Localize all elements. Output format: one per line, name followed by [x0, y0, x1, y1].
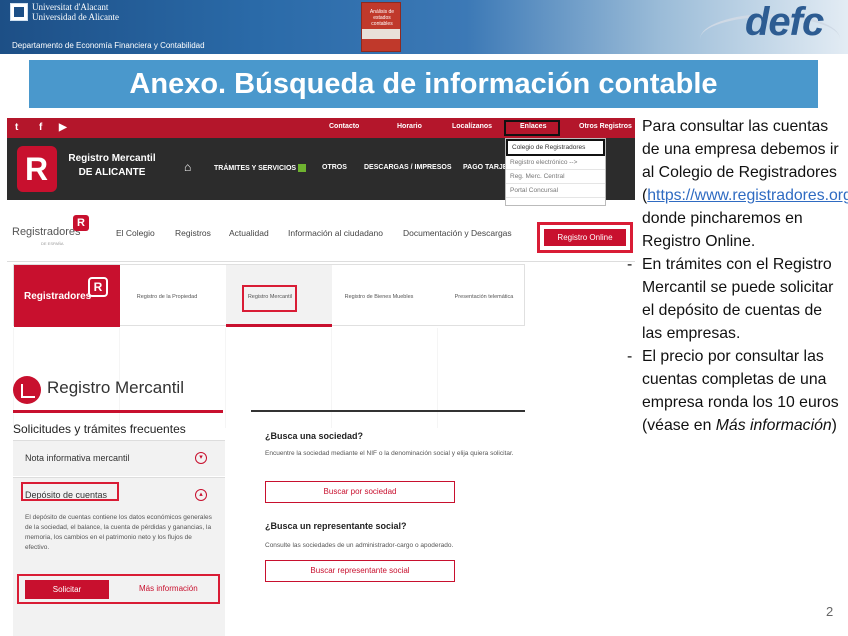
- page-number: 2: [826, 604, 834, 619]
- nav-documentacion[interactable]: Documentación y Descargas: [403, 228, 512, 238]
- university-name-1: Universitat d'Alacant: [32, 2, 109, 12]
- search-panel: ¿Busca una sociedad? Encuentre la socied…: [265, 423, 527, 583]
- tab-presentacion-telematica[interactable]: Presentación telemática: [449, 293, 519, 301]
- item-nota-label: Nota informativa mercantil: [25, 453, 130, 463]
- tab-registro-propiedad[interactable]: Registro de la Propiedad: [132, 293, 202, 301]
- contacto-link[interactable]: Contacto: [329, 123, 359, 130]
- title-bar: Anexo. Búsqueda de información contable: [29, 60, 818, 108]
- dropdown-portal-concursal[interactable]: Portal Concursal: [506, 184, 605, 198]
- tramites-sidebar: Nota informativa mercantil ▾ Depósito de…: [13, 440, 225, 636]
- paragraph-intro: Para consultar las cuentas de una empres…: [642, 115, 848, 253]
- slide-title: Anexo. Búsqueda de información contable: [129, 68, 718, 100]
- mas-informacion-link[interactable]: Más información: [139, 584, 198, 593]
- registradores-r-icon: R: [73, 215, 89, 231]
- buscar-sociedad-button[interactable]: Buscar por sociedad: [265, 481, 455, 503]
- sidebar-bottom: [13, 622, 225, 636]
- book-cover-image: Análisis de estados contables: [361, 2, 401, 52]
- item-nota-informativa[interactable]: Nota informativa mercantil ▾: [13, 440, 225, 476]
- nav-otros[interactable]: OTROS: [322, 164, 347, 171]
- nav-el-colegio[interactable]: El Colegio: [116, 228, 155, 238]
- book-band: [362, 29, 400, 39]
- brand-line-1: Registro Mercantil: [68, 153, 156, 164]
- tab-bienes-muebles[interactable]: Registro de Bienes Muebles: [344, 293, 414, 301]
- q-sociedad-text: Encuentre la sociedad mediante el NIF o …: [265, 450, 514, 457]
- nav-tramites[interactable]: TRÁMITES Y SERVICIOS: [214, 164, 307, 172]
- registradores-red-logo-text: Registradores: [24, 291, 92, 302]
- green-badge-icon: [298, 164, 307, 172]
- dropdown-colegio[interactable]: Colegio de Registradores: [506, 139, 605, 156]
- page-heading: Registro Mercantil: [47, 378, 184, 397]
- enlaces-dropdown: Colegio de Registradores Registro electr…: [505, 138, 606, 206]
- bullet-dash-1: -: [627, 256, 633, 273]
- chevron-down-icon[interactable]: ▾: [195, 452, 207, 464]
- bullet-1: - En trámites con el Registro Mercantil s…: [627, 253, 842, 345]
- deposito-highlight: [21, 482, 119, 501]
- registros-tabs: Registradores R Registro de la Propiedad…: [13, 264, 525, 327]
- registro-mercantil-logo-icon: R: [17, 146, 57, 192]
- registradores-link[interactable]: https://www.registradores.org/: [647, 187, 848, 204]
- registradores-logo[interactable]: Registradores: [12, 226, 80, 238]
- nav-informacion-ciudadano[interactable]: Información al ciudadano: [288, 228, 383, 238]
- registro-online-button[interactable]: Registro Online: [544, 229, 626, 246]
- body-text: Para consultar las cuentas de una empres…: [627, 115, 848, 437]
- defc-logo: defc: [745, 0, 824, 44]
- nav-tramites-label: TRÁMITES Y SERVICIOS: [214, 164, 297, 172]
- dropdown-registro-electronico[interactable]: Registro electrónico -->: [506, 156, 605, 170]
- screenshot-composite: t f ▶ Contacto Horario Localízanos Enlac…: [7, 118, 635, 636]
- right-divider: [251, 410, 525, 412]
- deposito-description: El depósito de cuentas contiene los dato…: [25, 514, 212, 551]
- brand-name: Registro Mercantil DE ALICANTE: [67, 152, 157, 180]
- dropdown-reg-merc-central[interactable]: Reg. Merc. Central: [506, 170, 605, 184]
- heading-underline: [13, 410, 223, 413]
- registradores-logo-sub: DE ESPAÑA: [41, 241, 64, 246]
- solicitar-button[interactable]: Solicitar: [25, 580, 109, 599]
- buscar-representante-button[interactable]: Buscar representante social: [265, 560, 455, 582]
- horario-link[interactable]: Horario: [397, 123, 422, 130]
- nav-registros[interactable]: Registros: [175, 228, 211, 238]
- bullet-2-after: ): [831, 417, 837, 434]
- university-logo-icon: [10, 3, 28, 21]
- localizanos-link[interactable]: Localízanos: [452, 123, 492, 130]
- bullet-1-text: En trámites con el Registro Mercantil se…: [642, 256, 834, 342]
- book-title: Análisis de estados contables: [369, 9, 395, 27]
- q-sociedad: ¿Busca una sociedad?: [265, 431, 364, 441]
- chevron-up-icon[interactable]: ▴: [195, 489, 207, 501]
- registradores-red-logo[interactable]: Registradores R: [14, 265, 120, 327]
- nav-descargas[interactable]: DESCARGAS / IMPRESOS: [364, 164, 452, 171]
- department-name: Departamento de Economía Financiera y Co…: [12, 41, 205, 50]
- otros-registros-link[interactable]: Otros Registros: [579, 123, 632, 130]
- registro-online-highlight: Registro Online: [537, 222, 633, 253]
- slide: Universitat d'Alacant Universidad de Ali…: [0, 0, 848, 636]
- brand-line-2: DE ALICANTE: [78, 167, 146, 178]
- nav-actualidad[interactable]: Actualidad: [229, 228, 269, 238]
- q-representante-text: Consulte las sociedades de un administra…: [265, 542, 454, 549]
- twitter-icon[interactable]: t: [15, 122, 18, 133]
- actions-highlight: Solicitar Más información: [17, 574, 220, 604]
- university-name-2: Universidad de Alicante: [32, 12, 119, 22]
- bullet-2: - El precio por consultar las cuentas com…: [627, 345, 842, 437]
- facebook-icon[interactable]: f: [39, 122, 42, 133]
- q-representante: ¿Busca un representante social?: [265, 521, 407, 531]
- solicitudes-heading: Solicitudes y trámites frecuentes: [13, 422, 186, 436]
- bullet-2-italic: Más información: [715, 417, 832, 434]
- home-icon[interactable]: ⌂: [184, 160, 191, 174]
- header-banner: Universitat d'Alacant Universidad de Ali…: [0, 0, 848, 54]
- youtube-icon[interactable]: ▶: [59, 122, 67, 133]
- registradores-red-r-icon: R: [88, 277, 108, 297]
- bullet-dash-2: -: [627, 348, 633, 365]
- tab-registro-mercantil-highlight: [242, 285, 297, 312]
- chart-icon: [13, 376, 41, 404]
- enlaces-highlight: [504, 120, 560, 136]
